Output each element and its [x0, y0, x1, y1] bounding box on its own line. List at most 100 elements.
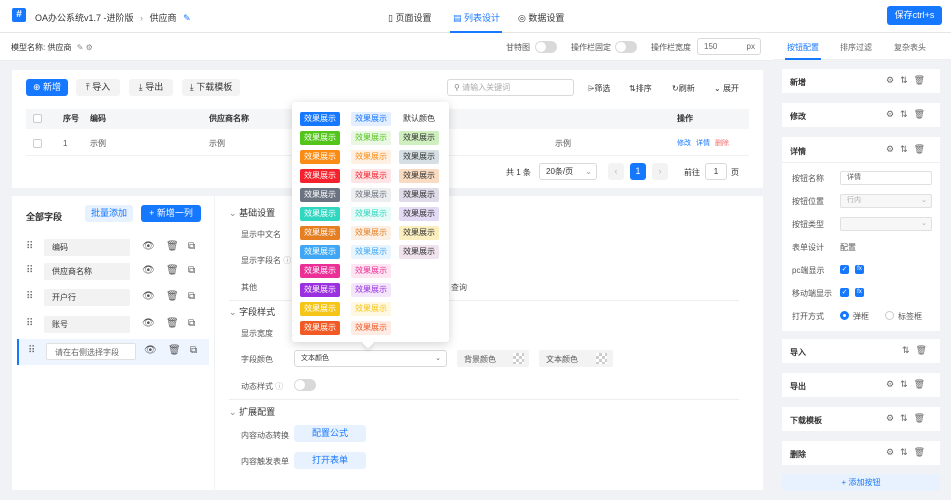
color-chip[interactable]: 效果展示 — [399, 188, 439, 202]
delete-icon[interactable]: 🗑 — [914, 75, 931, 85]
settings-icon[interactable]: ⚙ — [86, 43, 93, 52]
eye-icon[interactable]: 👁 — [142, 318, 155, 329]
radio-tab-label[interactable]: 标签框 — [898, 311, 922, 322]
field-row-code[interactable]: ⠿ 编码 👁 🗑 ⧉ — [12, 236, 207, 260]
trash-icon[interactable]: 🗑 — [166, 265, 179, 276]
gantt-toggle[interactable] — [535, 41, 557, 53]
sort-icon[interactable]: ⇅ — [900, 109, 914, 119]
formula-icon[interactable]: fx — [855, 288, 864, 297]
download-template-button[interactable]: ⤓ 下载模板 — [182, 79, 240, 96]
color-chip[interactable]: 效果展示 — [300, 245, 340, 259]
btn-card-delete[interactable]: 删除 ⚙⇅🗑 — [782, 441, 940, 465]
drag-handle-icon[interactable]: ⠿ — [26, 241, 33, 252]
btn-card-detail[interactable]: 详情 ⚙⇅🗑 按钮名称 详情 按钮位置 行内 ⌄ 按钮类型 ⌄ 表单设计 配置 p… — [782, 137, 940, 331]
add-button-action[interactable]: + 添加按钮 — [782, 474, 940, 491]
sort-icon[interactable]: ⇅ — [900, 144, 914, 154]
mobile-show-checkbox[interactable]: ✓ — [840, 288, 849, 297]
color-chip[interactable]: 效果展示 — [300, 321, 340, 335]
action-fixed-toggle[interactable] — [615, 41, 637, 53]
row-edit-link[interactable]: 修改 — [677, 131, 691, 156]
color-chip[interactable]: 效果展示 — [300, 188, 340, 202]
trash-icon[interactable]: 🗑 — [166, 241, 179, 252]
tab-page-settings[interactable]: ▯ 页面设置 — [388, 11, 431, 24]
color-chip[interactable]: 效果展示 — [351, 112, 391, 126]
sort-icon[interactable]: ⇅ — [900, 447, 914, 457]
basic-section-header[interactable]: ⌄ 基础设置 — [229, 206, 275, 219]
color-chip[interactable]: 效果展示 — [351, 207, 391, 221]
copy-icon[interactable]: ⧉ — [188, 265, 195, 276]
copy-icon[interactable]: ⧉ — [188, 318, 195, 329]
radio-popup-label[interactable]: 弹框 — [853, 311, 869, 322]
sort-icon[interactable]: ⇅ — [900, 75, 914, 85]
copy-icon[interactable]: ⧉ — [190, 345, 197, 356]
radio-tab[interactable] — [885, 311, 894, 320]
search-input[interactable]: ⚲ 请输入关键词 — [447, 79, 574, 96]
color-chip[interactable]: 效果展示 — [351, 131, 391, 145]
default-color-option[interactable]: 默认颜色 — [399, 112, 439, 126]
delete-icon[interactable]: 🗑 — [914, 447, 931, 457]
tab-complex-header[interactable]: 复杂表头 — [894, 42, 926, 53]
action-width-input[interactable]: 150 px — [697, 38, 761, 55]
sort-icon[interactable]: ⇅ — [900, 379, 914, 389]
color-chip[interactable]: 效果展示 — [300, 150, 340, 164]
sort-button[interactable]: ⇅排序 — [629, 83, 652, 94]
copy-icon[interactable]: ⧉ — [188, 241, 195, 252]
color-chip[interactable]: 效果展示 — [399, 150, 439, 164]
delete-icon[interactable]: 🗑 — [914, 413, 931, 423]
add-button[interactable]: ⊕ 新增 — [26, 79, 68, 96]
import-button[interactable]: ⤒ 导入 — [76, 79, 120, 96]
export-button[interactable]: ⤓ 导出 — [129, 79, 173, 96]
color-chip[interactable]: 效果展示 — [300, 226, 340, 240]
btn-card-edit[interactable]: 修改 ⚙⇅🗑 — [782, 103, 940, 127]
color-chip[interactable]: 效果展示 — [351, 264, 391, 278]
sort-icon[interactable]: ⇅ — [902, 345, 916, 355]
color-chip[interactable]: 效果展示 — [351, 321, 391, 335]
color-chip[interactable]: 效果展示 — [351, 283, 391, 297]
color-chip[interactable]: 效果展示 — [351, 150, 391, 164]
expand-button[interactable]: ⌄ 展开 — [714, 83, 739, 94]
field-row-supplier-name[interactable]: ⠿ 供应商名称 👁 🗑 ⧉ — [12, 260, 207, 284]
tab-sort-filter[interactable]: 排序过滤 — [840, 42, 872, 53]
text-color-select[interactable]: 文本颜色 ⌄ — [294, 350, 447, 367]
settings-icon[interactable]: ⚙ — [886, 413, 900, 423]
settings-icon[interactable]: ⚙ — [886, 447, 900, 457]
tab-list-design[interactable]: ▤ 列表设计 — [453, 11, 500, 24]
delete-icon[interactable]: 🗑 — [916, 345, 933, 355]
btn-card-download[interactable]: 下载模板 ⚙⇅🗑 — [782, 407, 940, 431]
bg-color-picker[interactable]: 背景颜色 — [457, 350, 529, 367]
select-all-checkbox[interactable] — [33, 114, 42, 123]
eye-icon[interactable]: 👁 — [142, 291, 155, 302]
settings-icon[interactable]: ⚙ — [886, 109, 900, 119]
add-column-button[interactable]: + 新增一列 — [141, 205, 201, 222]
filter-button[interactable]: ⩥筛选 — [588, 83, 610, 94]
ext-section-header[interactable]: ⌄ 扩展配置 — [229, 405, 275, 418]
color-chip[interactable]: 效果展示 — [351, 188, 391, 202]
eye-icon[interactable]: 👁 — [144, 345, 157, 356]
drag-handle-icon[interactable]: ⠿ — [28, 345, 35, 356]
style-section-header[interactable]: ⌄ 字段样式 — [229, 305, 275, 318]
save-button[interactable]: 保存ctrl+s — [887, 6, 942, 25]
settings-icon[interactable]: ⚙ — [886, 379, 900, 389]
color-chip[interactable]: 效果展示 — [399, 245, 439, 259]
settings-icon[interactable]: ⚙ — [886, 144, 900, 154]
delete-icon[interactable]: 🗑 — [914, 379, 931, 389]
open-form-button[interactable]: 打开表单 — [294, 452, 366, 469]
btn-type-select[interactable]: ⌄ — [840, 217, 932, 231]
color-chip[interactable]: 效果展示 — [351, 302, 391, 316]
pc-show-checkbox[interactable]: ✓ — [840, 265, 849, 274]
copy-icon[interactable]: ⧉ — [188, 291, 195, 302]
color-chip[interactable]: 效果展示 — [300, 112, 340, 126]
form-design-link[interactable]: 配置 — [840, 242, 856, 253]
color-chip[interactable]: 效果展示 — [399, 169, 439, 183]
color-chip[interactable]: 效果展示 — [300, 264, 340, 278]
breadcrumb-app[interactable]: OA办公系统v1.7 -进阶版 — [35, 13, 134, 23]
color-chip[interactable]: 效果展示 — [300, 283, 340, 297]
settings-icon[interactable]: ⚙ — [886, 75, 900, 85]
formula-icon[interactable]: fx — [855, 265, 864, 274]
page-size-select[interactable]: 20条/页 ⌄ — [539, 163, 597, 180]
drag-handle-icon[interactable]: ⠿ — [26, 291, 33, 302]
field-row-bank[interactable]: ⠿ 开户行 👁 🗑 ⧉ — [12, 286, 207, 310]
eye-icon[interactable]: 👁 — [142, 265, 155, 276]
btn-card-import[interactable]: 导入 ⇅🗑 — [782, 339, 940, 363]
color-chip[interactable]: 效果展示 — [351, 226, 391, 240]
